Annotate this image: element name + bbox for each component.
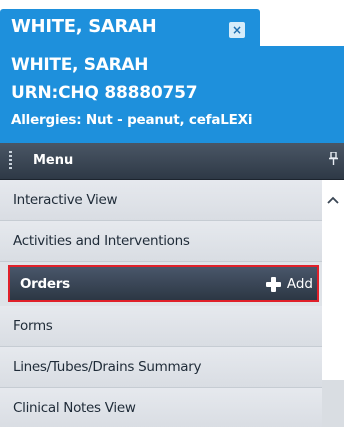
menu-scrollbar[interactable] <box>322 180 344 427</box>
menu-header: Menu <box>0 143 344 180</box>
menu-item-label: Orders <box>20 276 70 292</box>
menu-item-activities-and-interventions[interactable]: Activities and Interventions <box>0 221 322 262</box>
tab-strip: WHITE, SARAH × <box>0 0 344 46</box>
grip-icon[interactable] <box>9 151 12 171</box>
menu-item-label: Activities and Interventions <box>13 233 190 249</box>
banner-urn: URN:CHQ 88880757 <box>11 83 198 103</box>
patient-tab-name: WHITE, SARAH <box>11 16 157 37</box>
pin-icon[interactable] <box>329 151 338 168</box>
menu-item-clinical-notes-view[interactable]: Clinical Notes View <box>0 388 322 427</box>
patient-tab[interactable]: WHITE, SARAH × <box>0 9 260 46</box>
patient-banner: WHITE, SARAH URN:CHQ 88880757 Allergies:… <box>0 46 344 143</box>
menu-item-label: Forms <box>13 318 53 334</box>
menu-item-label: Clinical Notes View <box>13 400 136 416</box>
add-order-button[interactable]: Add <box>265 275 313 293</box>
menu-item-forms[interactable]: Forms <box>0 306 322 347</box>
banner-patient-name: WHITE, SARAH <box>11 55 149 75</box>
menu-item-interactive-view[interactable]: Interactive View <box>0 180 322 221</box>
banner-allergies: Allergies: Nut - peanut, cefaLEXi <box>11 112 253 128</box>
chevron-up-icon[interactable] <box>327 189 339 204</box>
scroll-track[interactable] <box>322 380 344 427</box>
menu-item-lines-tubes-drains-summary[interactable]: Lines/Tubes/Drains Summary <box>0 347 322 388</box>
menu-title: Menu <box>33 153 74 168</box>
add-button-label: Add <box>286 276 313 292</box>
plus-icon <box>265 276 281 292</box>
close-icon[interactable]: × <box>229 22 245 38</box>
patient-chart-window: WHITE, SARAH × WHITE, SARAH URN:CHQ 8888… <box>0 0 344 427</box>
menu-item-label: Lines/Tubes/Drains Summary <box>13 359 202 375</box>
menu-item-label: Interactive View <box>13 192 118 208</box>
menu-item-orders[interactable]: Orders Add <box>8 265 319 302</box>
menu-list: Interactive View Activities and Interven… <box>0 180 322 427</box>
